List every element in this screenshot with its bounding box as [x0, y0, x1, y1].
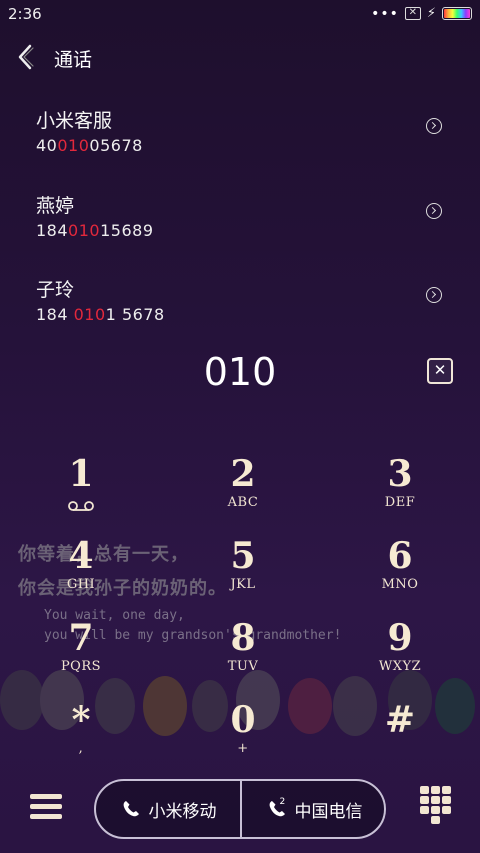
key-letters: + [237, 741, 249, 756]
number-part: 184 [36, 305, 74, 324]
contact-row[interactable]: 小米客服 4001005678 [0, 106, 480, 186]
sim1-label: 小米移动 [148, 801, 217, 822]
voicemail-icon [68, 496, 94, 511]
key-4[interactable]: 4 GHI [21, 534, 141, 614]
number-match: 010 [57, 136, 90, 155]
contact-number: 4001005678 [36, 136, 143, 155]
number-part: 184 [36, 221, 69, 240]
call-buttons: 小米移动 2 中国电信 [94, 779, 386, 839]
number-match: 010 [73, 305, 106, 324]
number-part: 40 [36, 136, 58, 155]
key-digit: 4 [68, 535, 94, 577]
key-6[interactable]: 6 MNO [340, 534, 460, 614]
sim2-label: 中国电信 [294, 801, 363, 822]
key-7[interactable]: 7 PQRS [21, 616, 141, 696]
hamburger-icon[interactable] [30, 794, 62, 820]
number-match: 010 [68, 221, 101, 240]
key-9[interactable]: 9 WXYZ [340, 616, 460, 696]
battery-icon [442, 7, 472, 20]
dial-keypad: 1 2 ABC 3 DEF 4 GHI 5 JKL 6 MNO 7 PQRS 8… [0, 452, 480, 762]
key-star[interactable]: * , [21, 698, 141, 778]
key-hash[interactable]: # [340, 698, 460, 778]
contact-number: 18401015689 [36, 221, 154, 240]
dialpad-icon[interactable] [420, 786, 452, 826]
clear-button[interactable]: ✕ [427, 358, 453, 384]
key-letters: , [78, 741, 84, 756]
key-5[interactable]: 5 JKL [183, 534, 303, 614]
key-letters: MNO [381, 577, 419, 592]
key-letters: TUV [227, 659, 259, 674]
header: 通话 [0, 36, 480, 80]
contact-name: 燕婷 [36, 195, 75, 217]
contact-row[interactable]: 子玲 184 0101 5678 [0, 275, 480, 355]
phone-icon [121, 799, 141, 819]
key-digit: 0 [230, 699, 256, 741]
status-bar: 2:36 ••• ✕ ⚡ [0, 0, 480, 28]
contact-name: 小米客服 [36, 110, 113, 132]
key-digit: 6 [387, 535, 413, 577]
key-letters: ABC [227, 495, 259, 510]
key-digit: 5 [230, 535, 256, 577]
number-part: 15689 [100, 221, 154, 240]
key-letters: WXYZ [378, 659, 422, 674]
chevron-right-circle-icon[interactable] [426, 287, 442, 303]
key-digit: 1 [68, 453, 94, 495]
key-3[interactable]: 3 DEF [340, 452, 460, 532]
key-letters: GHI [66, 577, 96, 592]
chevron-left-icon [18, 44, 34, 70]
key-2[interactable]: 2 ABC [183, 452, 303, 532]
phone-icon: 2 [267, 797, 287, 819]
status-icons: ••• ✕ ⚡ [371, 6, 472, 21]
key-digit: 9 [387, 617, 413, 659]
call-sim2-button[interactable]: 2 中国电信 [242, 781, 384, 837]
dial-input-display: 010 [203, 350, 277, 394]
key-letters: JKL [230, 577, 256, 592]
key-8[interactable]: 8 TUV [183, 616, 303, 696]
key-digit: 7 [68, 617, 94, 659]
key-digit: 2 [230, 453, 256, 495]
number-part: 05678 [89, 136, 143, 155]
sim2-badge: 2 [279, 797, 286, 807]
contact-number: 184 0101 5678 [36, 305, 165, 324]
key-letters: DEF [384, 495, 416, 510]
key-digit: # [384, 699, 416, 741]
chevron-right-circle-icon[interactable] [426, 118, 442, 134]
key-digit: 3 [387, 453, 413, 495]
contact-row[interactable]: 燕婷 18401015689 [0, 191, 480, 271]
contact-name: 子玲 [36, 279, 75, 301]
chevron-right-circle-icon[interactable] [426, 203, 442, 219]
back-button[interactable] [12, 42, 42, 72]
more-dots-icon: ••• [371, 5, 399, 22]
number-part: 1 5678 [105, 305, 165, 324]
key-letters: PQRS [60, 659, 102, 674]
status-time: 2:36 [8, 5, 42, 23]
page-title: 通话 [54, 49, 93, 71]
key-digit: * [71, 699, 91, 741]
key-0[interactable]: 0 + [183, 698, 303, 778]
bottom-bar: 小米移动 2 中国电信 [0, 770, 480, 853]
charging-icon: ⚡ [426, 6, 436, 21]
key-1[interactable]: 1 [21, 452, 141, 532]
key-digit: 8 [230, 617, 256, 659]
no-sim-icon: ✕ [404, 7, 421, 20]
call-sim1-button[interactable]: 小米移动 [96, 781, 241, 837]
